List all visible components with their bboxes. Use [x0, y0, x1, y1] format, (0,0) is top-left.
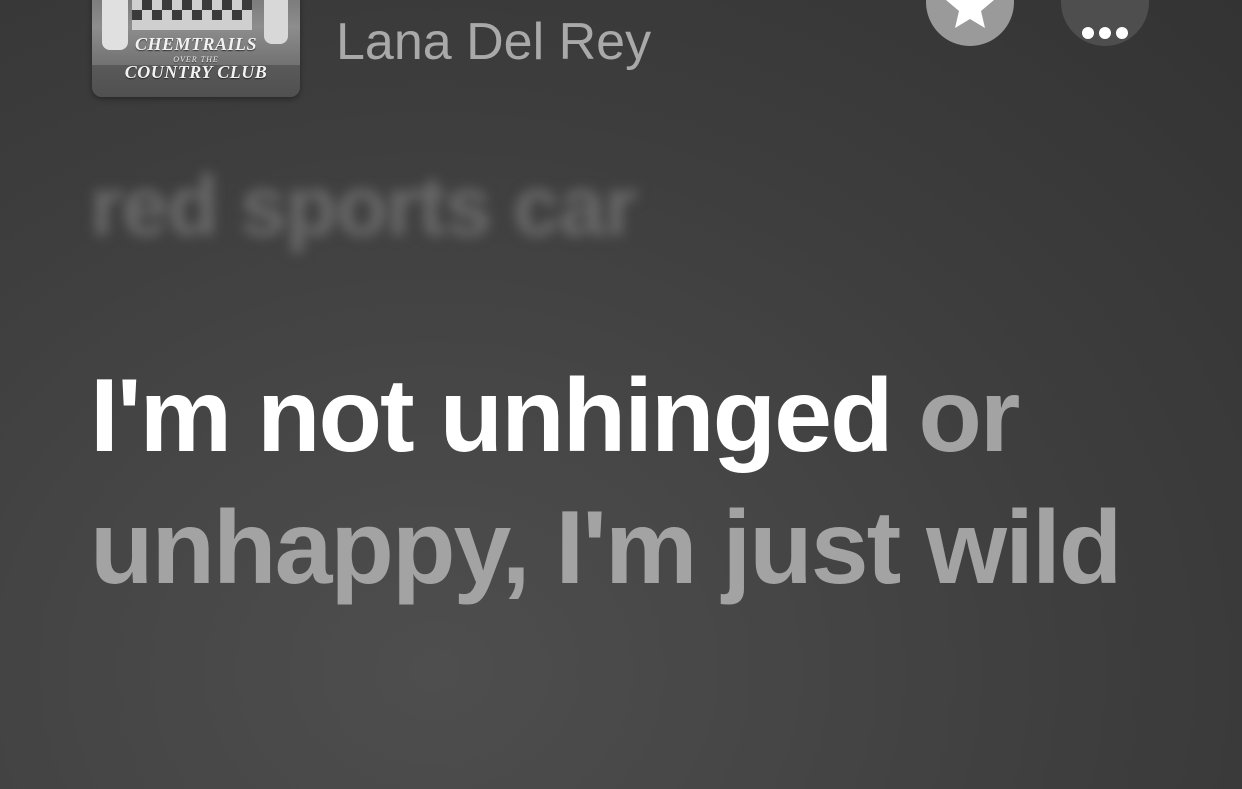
more-options-button[interactable]: [1061, 0, 1149, 46]
artwork-title-line1: CHEMTRAILS: [134, 34, 258, 54]
current-lyric-line[interactable]: I'm not unhinged or unhappy, I'm just wi…: [90, 350, 1190, 614]
album-artwork[interactable]: CHEMTRAILS OVER THE COUNTRY CLUB: [92, 0, 300, 97]
artwork-title-line3: COUNTRY CLUB: [124, 62, 268, 82]
star-icon: [946, 0, 994, 28]
favorite-button[interactable]: [926, 0, 1014, 46]
previous-lyric-line[interactable]: red sports car: [90, 158, 637, 255]
lyric-sung-portion: I'm not unhinged: [90, 358, 893, 474]
ellipsis-icon: [1082, 27, 1128, 39]
artist-name[interactable]: Lana Del Rey: [336, 12, 651, 72]
